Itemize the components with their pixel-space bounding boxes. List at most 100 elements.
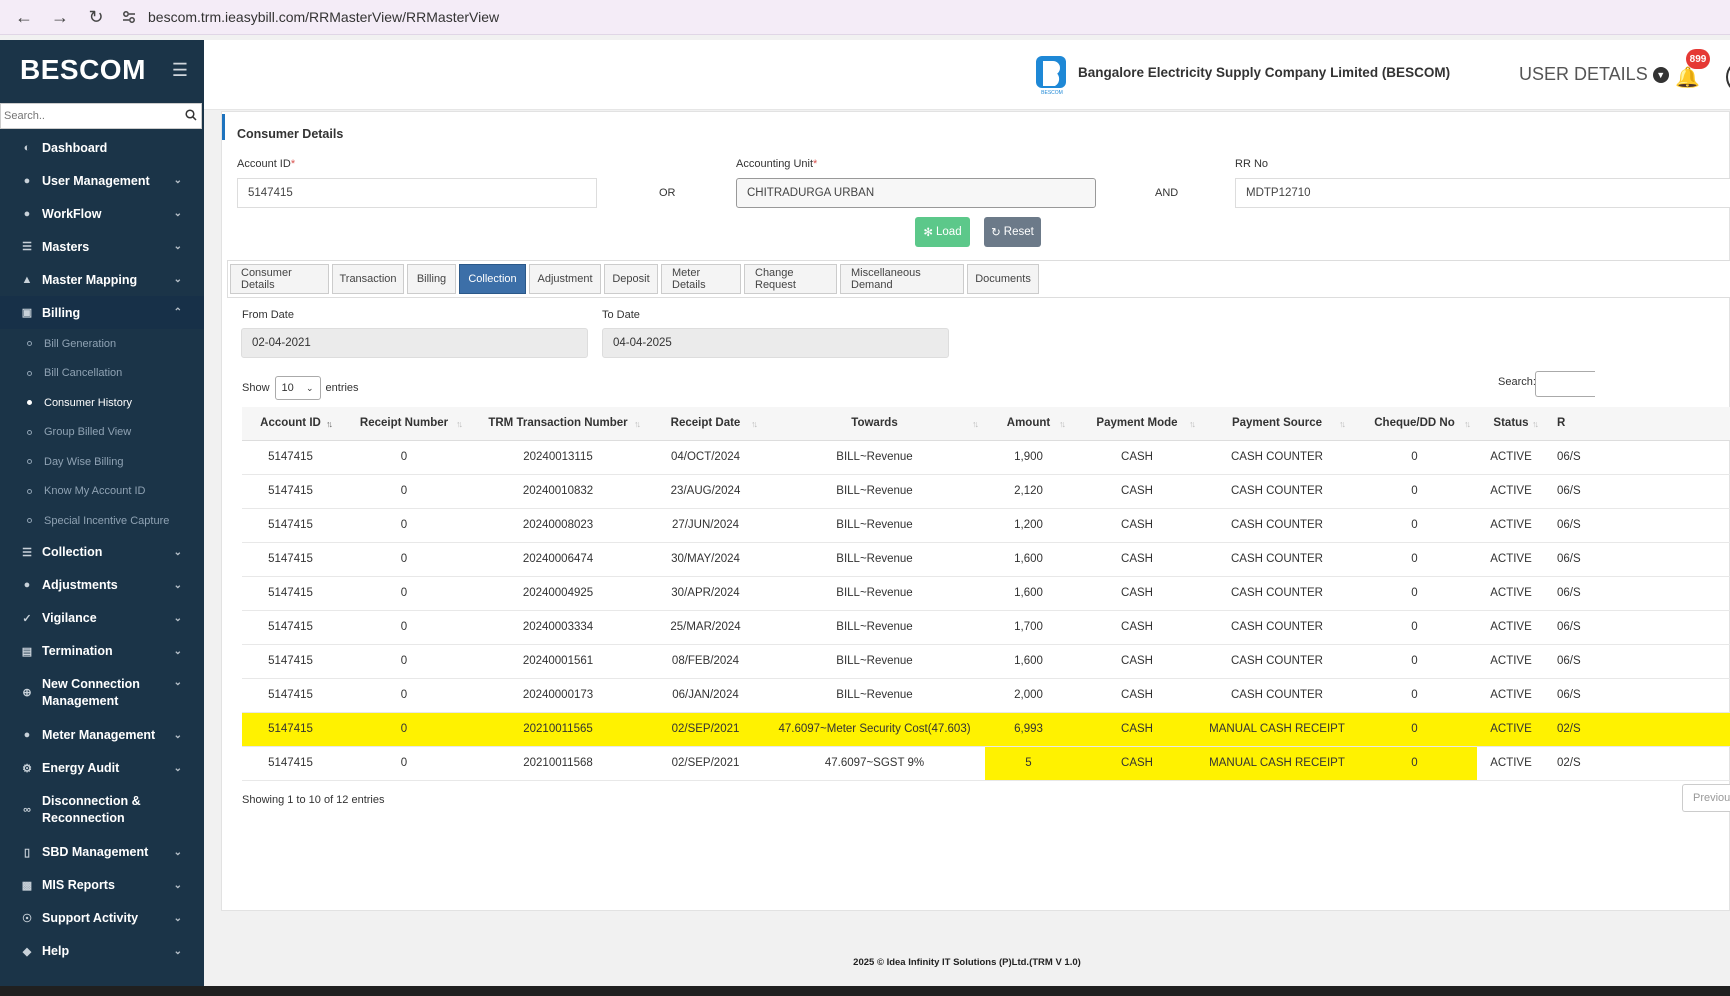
cell-trm-transaction-number: 20210011565 bbox=[469, 712, 647, 747]
load-button[interactable]: ✻ Load bbox=[915, 217, 970, 247]
cell-payment-mode: CASH bbox=[1072, 746, 1202, 781]
col-towards[interactable]: Towards ↑↓ bbox=[764, 407, 985, 441]
to-date-input[interactable]: 04-04-2025 bbox=[602, 328, 949, 358]
sidebar-item-new-connection-management[interactable]: ⊕ New Connection Management ⌄ bbox=[0, 668, 204, 719]
col-cheque-dd-no[interactable]: Cheque/DD No ↑↓ bbox=[1352, 407, 1477, 441]
sidebar-item-help[interactable]: ◆ Help ⌄ bbox=[0, 935, 204, 968]
sidebar-item-termination[interactable]: ▤ Termination ⌄ bbox=[0, 635, 204, 668]
col-r[interactable]: R bbox=[1545, 407, 1730, 441]
address-bar[interactable]: bescom.trm.ieasybill.com/RRMasterView/RR… bbox=[120, 4, 499, 30]
col-receipt-date[interactable]: Receipt Date ↑↓ bbox=[647, 407, 764, 441]
column-label: R bbox=[1557, 417, 1566, 430]
sidebar-item-billing[interactable]: ▣ Billing ⌃ bbox=[0, 296, 204, 329]
forward-icon[interactable]: → bbox=[48, 5, 72, 29]
search-icon[interactable] bbox=[181, 108, 201, 124]
submenu-item-group-billed-view[interactable]: Group Billed View bbox=[0, 418, 204, 448]
chevron-down-icon: ⌄ bbox=[173, 846, 182, 858]
reset-button-label: Reset bbox=[1003, 226, 1034, 238]
cell-receipt-extra: 06/S bbox=[1545, 542, 1730, 577]
tab-meter-details[interactable]: Meter Details bbox=[661, 264, 741, 294]
submenu-label: Bill Cancellation bbox=[44, 367, 123, 380]
sidebar-item-disconnection-reconnection[interactable]: ∞ Disconnection & Reconnection bbox=[0, 785, 204, 836]
cell-receipt-extra: 06/S bbox=[1545, 678, 1730, 713]
cell-status: ACTIVE bbox=[1477, 474, 1545, 509]
col-payment-source[interactable]: Payment Source ↑↓ bbox=[1202, 407, 1352, 441]
cell-amount: 5 bbox=[985, 746, 1072, 781]
column-label: Account ID bbox=[260, 417, 321, 430]
accounting-unit-select[interactable]: CHITRADURGA URBAN bbox=[736, 178, 1096, 208]
rr-no-field[interactable]: MDTP12710 bbox=[1235, 178, 1730, 208]
sidebar-item-collection[interactable]: ☰ Collection ⌄ bbox=[0, 536, 204, 569]
sidebar-item-vigilance[interactable]: ✓ Vigilance ⌄ bbox=[0, 602, 204, 635]
cell-trm-transaction-number: 20240010832 bbox=[469, 474, 647, 509]
col-status[interactable]: Status ↑↓ bbox=[1477, 407, 1545, 441]
submenu-item-day-wise-billing[interactable]: Day Wise Billing bbox=[0, 447, 204, 477]
reload-icon[interactable]: ↻ bbox=[84, 5, 108, 29]
reset-button[interactable]: ↻ Reset bbox=[984, 217, 1041, 247]
chevron-down-icon: ▼ bbox=[1652, 66, 1669, 83]
back-icon[interactable]: ← bbox=[12, 5, 36, 29]
sidebar-item-meter-management[interactable]: ● Meter Management ⌄ bbox=[0, 719, 204, 752]
sidebar-item-masters[interactable]: ☰ Masters ⌄ bbox=[0, 230, 204, 263]
tab-change-request[interactable]: Change Request bbox=[744, 264, 837, 294]
previous-button[interactable]: Previous bbox=[1682, 784, 1730, 812]
list-icon: ☰ bbox=[22, 546, 32, 559]
column-label: Receipt Date bbox=[670, 417, 741, 430]
cell-account-id: 5147415 bbox=[242, 746, 339, 781]
sidebar-item-user-management[interactable]: ● User Management ⌄ bbox=[0, 164, 204, 197]
col-payment-mode[interactable]: Payment Mode ↑↓ bbox=[1072, 407, 1202, 441]
cell-towards: BILL~Revenue bbox=[764, 576, 985, 611]
cell-trm-transaction-number: 20240008023 bbox=[469, 508, 647, 543]
submenu-item-know-my-account-id[interactable]: Know My Account ID bbox=[0, 477, 204, 507]
account-id-field[interactable]: 5147415 bbox=[237, 178, 597, 208]
submenu-item-bill-generation[interactable]: Bill Generation bbox=[0, 329, 204, 359]
sidebar-item-support-activity[interactable]: ☉ Support Activity ⌄ bbox=[0, 902, 204, 935]
bescom-logo-text: BESCOM bbox=[1041, 90, 1063, 96]
column-label: Status bbox=[1493, 417, 1529, 430]
col-account-id[interactable]: Account ID ↑↓ bbox=[242, 407, 339, 441]
sidebar-item-workflow[interactable]: ● WorkFlow ⌄ bbox=[0, 197, 204, 230]
entries-select[interactable]: 10 ⌄ bbox=[274, 376, 321, 400]
plus-circle-icon: ⊕ bbox=[22, 686, 32, 699]
sidebar-item-dashboard[interactable]: ◐ Dashboard bbox=[0, 131, 204, 164]
cell-account-id: 5147415 bbox=[242, 712, 339, 747]
table-search-input[interactable] bbox=[1535, 371, 1595, 397]
bullet-icon bbox=[27, 370, 32, 376]
tab-collection[interactable]: Collection bbox=[459, 264, 526, 294]
submenu-item-consumer-history[interactable]: Consumer History bbox=[0, 388, 204, 418]
tab-adjustment[interactable]: Adjustment bbox=[529, 264, 601, 294]
cell-towards: 47.6097~SGST 9% bbox=[764, 746, 985, 781]
chevron-down-icon: ⌄ bbox=[173, 612, 182, 624]
tab-documents[interactable]: Documents bbox=[967, 264, 1039, 294]
col-receipt-number[interactable]: Receipt Number ↑↓ bbox=[339, 407, 469, 441]
sidebar-item-energy-audit[interactable]: ⚙ Energy Audit ⌄ bbox=[0, 752, 204, 785]
user-details-menu[interactable]: USER DETAILS ▼ bbox=[1519, 64, 1669, 85]
site-settings-icon[interactable] bbox=[120, 8, 138, 26]
dashboard-icon: ◐ bbox=[23, 141, 31, 154]
sidebar-item-mis-reports[interactable]: ▩ MIS Reports ⌄ bbox=[0, 869, 204, 902]
from-date-input[interactable]: 02-04-2021 bbox=[241, 328, 588, 358]
tab-billing[interactable]: Billing bbox=[407, 264, 456, 294]
submenu-item-special-incentive-capture[interactable]: Special Incentive Capture bbox=[0, 506, 204, 536]
sidebar-item-sbd-management[interactable]: ▯ SBD Management ⌄ bbox=[0, 836, 204, 869]
col-trm-transaction-number[interactable]: TRM Transaction Number ↑↓ bbox=[469, 407, 647, 441]
sidebar-item-master-mapping[interactable]: ▲ Master Mapping ⌄ bbox=[0, 263, 204, 296]
sidebar-search-input[interactable] bbox=[1, 104, 181, 128]
tab-miscellaneous-demand[interactable]: Miscellaneous Demand bbox=[840, 264, 964, 294]
sidebar-item-adjustments[interactable]: ● Adjustments ⌄ bbox=[0, 569, 204, 602]
chevron-down-icon: ⌄ bbox=[173, 676, 182, 688]
sidebar-item-label: Dashboard bbox=[42, 140, 108, 155]
cell-trm-transaction-number: 20240003334 bbox=[469, 610, 647, 645]
col-amount[interactable]: Amount ↑↓ bbox=[985, 407, 1072, 441]
hamburger-icon[interactable]: ☰ bbox=[172, 60, 188, 81]
chevron-up-icon: ⌃ bbox=[173, 307, 182, 318]
cell-receipt-number: 0 bbox=[339, 678, 469, 713]
tab-consumer-details[interactable]: Consumer Details bbox=[230, 264, 329, 294]
tab-transaction[interactable]: Transaction bbox=[332, 264, 404, 294]
chevron-down-icon: ⌄ bbox=[173, 879, 182, 891]
tab-deposit[interactable]: Deposit bbox=[604, 264, 658, 294]
submenu-item-bill-cancellation[interactable]: Bill Cancellation bbox=[0, 359, 204, 389]
cell-payment-mode: CASH bbox=[1072, 474, 1202, 509]
profile-avatar[interactable] bbox=[1726, 60, 1730, 94]
sidebar-item-label: SBD Management bbox=[42, 845, 149, 859]
